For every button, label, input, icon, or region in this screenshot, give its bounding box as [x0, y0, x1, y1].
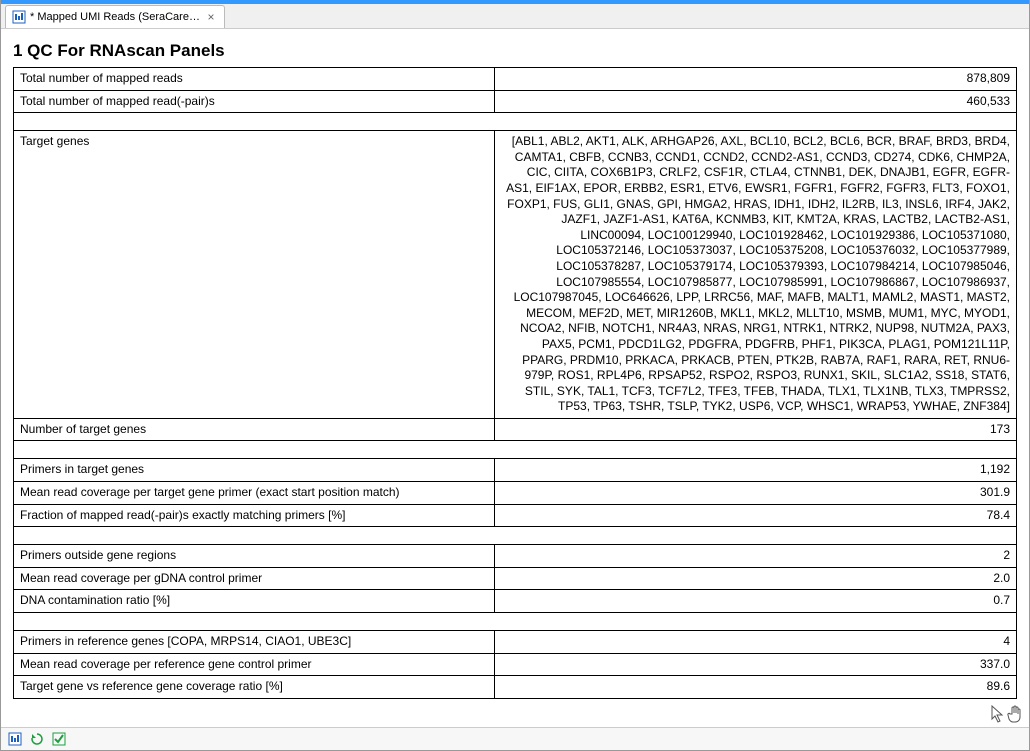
row-value: 337.0 — [495, 653, 1017, 676]
row-value: [ABL1, ABL2, AKT1, ALK, ARHGAP26, AXL, B… — [495, 131, 1017, 419]
checkmark-icon[interactable] — [51, 731, 67, 747]
spacer-row — [14, 113, 1017, 131]
bottom-toolbar — [1, 727, 1029, 750]
row-label: Fraction of mapped read(-pair)s exactly … — [14, 504, 495, 527]
table-row: Mean read coverage per gDNA control prim… — [14, 567, 1017, 590]
row-value: 460,533 — [495, 90, 1017, 113]
row-value: 0.7 — [495, 590, 1017, 613]
cursor-indicator — [991, 705, 1023, 726]
close-icon[interactable]: × — [204, 10, 218, 24]
row-label: DNA contamination ratio [%] — [14, 590, 495, 613]
row-label: Total number of mapped read(-pair)s — [14, 90, 495, 113]
page-title: 1 QC For RNAscan Panels — [13, 41, 1017, 61]
row-value: 2 — [495, 545, 1017, 568]
table-row: Mean read coverage per target gene prime… — [14, 482, 1017, 505]
qc-table: Total number of mapped reads 878,809 Tot… — [13, 67, 1017, 699]
row-value: 2.0 — [495, 567, 1017, 590]
spacer-row — [14, 613, 1017, 631]
tab-mapped-umi-reads[interactable]: * Mapped UMI Reads (SeraCareTFR... × — [5, 5, 225, 28]
row-value: 89.6 — [495, 676, 1017, 699]
pointer-cursor-icon — [991, 705, 1005, 726]
table-row: Primers in target genes 1,192 — [14, 459, 1017, 482]
row-label: Target gene vs reference gene coverage r… — [14, 676, 495, 699]
row-label: Target genes — [14, 131, 495, 419]
table-row: Primers outside gene regions 2 — [14, 545, 1017, 568]
row-value: 878,809 — [495, 68, 1017, 91]
row-value: 1,192 — [495, 459, 1017, 482]
row-label: Mean read coverage per gDNA control prim… — [14, 567, 495, 590]
row-label: Mean read coverage per reference gene co… — [14, 653, 495, 676]
table-row: DNA contamination ratio [%] 0.7 — [14, 590, 1017, 613]
row-value: 173 — [495, 418, 1017, 441]
spacer-row — [14, 441, 1017, 459]
report-view-icon[interactable] — [7, 731, 23, 747]
tab-label: * Mapped UMI Reads (SeraCareTFR... — [30, 11, 200, 23]
tab-bar: * Mapped UMI Reads (SeraCareTFR... × — [1, 4, 1029, 29]
row-value: 301.9 — [495, 482, 1017, 505]
row-label: Number of target genes — [14, 418, 495, 441]
table-row: Target gene vs reference gene coverage r… — [14, 676, 1017, 699]
table-row: Total number of mapped reads 878,809 — [14, 68, 1017, 91]
row-label: Primers in target genes — [14, 459, 495, 482]
table-row: Number of target genes 173 — [14, 418, 1017, 441]
row-value: 78.4 — [495, 504, 1017, 527]
table-row: Mean read coverage per reference gene co… — [14, 653, 1017, 676]
table-row: Fraction of mapped read(-pair)s exactly … — [14, 504, 1017, 527]
refresh-icon[interactable] — [29, 731, 45, 747]
table-row: Total number of mapped read(-pair)s 460,… — [14, 90, 1017, 113]
spacer-row — [14, 527, 1017, 545]
report-content: 1 QC For RNAscan Panels Total number of … — [1, 29, 1029, 727]
report-icon — [12, 10, 26, 24]
row-value: 4 — [495, 631, 1017, 654]
table-row: Target genes [ABL1, ABL2, AKT1, ALK, ARH… — [14, 131, 1017, 419]
hand-cursor-icon — [1007, 705, 1023, 726]
row-label: Primers outside gene regions — [14, 545, 495, 568]
table-row: Primers in reference genes [COPA, MRPS14… — [14, 631, 1017, 654]
row-label: Total number of mapped reads — [14, 68, 495, 91]
row-label: Primers in reference genes [COPA, MRPS14… — [14, 631, 495, 654]
row-label: Mean read coverage per target gene prime… — [14, 482, 495, 505]
